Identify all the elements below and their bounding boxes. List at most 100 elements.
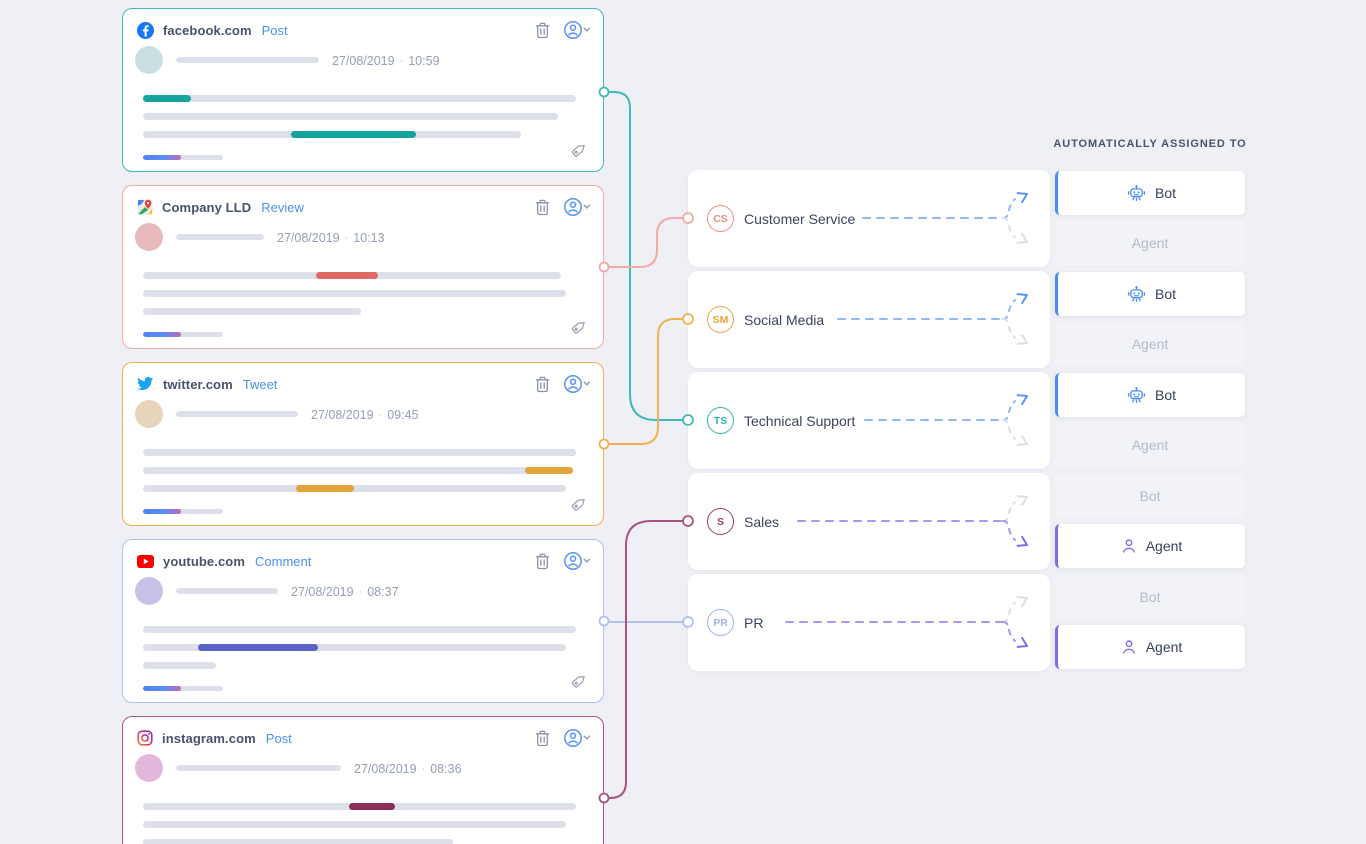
text-placeholder-line	[143, 95, 576, 102]
category-badge: CS	[707, 205, 734, 232]
category-card-PR: PR PR	[688, 574, 1050, 671]
option-label: Bot	[1139, 488, 1160, 504]
sentiment-mini-bar-fill	[143, 155, 181, 160]
assign-user-icon[interactable]	[563, 374, 591, 394]
date-separator: ·	[345, 232, 349, 244]
author-name-placeholder	[176, 765, 341, 771]
connector-path-facebook.com	[604, 92, 682, 420]
date-separator: ·	[400, 55, 404, 67]
sentiment-mini-bar-fill	[143, 686, 181, 691]
assign-user-icon[interactable]	[563, 197, 591, 217]
category-name: Customer Service	[744, 211, 855, 227]
avatar	[135, 577, 163, 605]
avatar	[135, 46, 163, 74]
connector-path-twitter.com	[604, 319, 682, 444]
post-card-tools	[535, 728, 591, 748]
post-type-link[interactable]: Post	[262, 23, 288, 38]
bot-icon	[1127, 184, 1146, 203]
tag-icon[interactable]	[570, 671, 589, 695]
category-badge: SM	[707, 306, 734, 333]
twitter-icon	[137, 377, 154, 391]
tag-icon[interactable]	[570, 494, 589, 518]
option-label: Agent	[1146, 639, 1183, 655]
category-card-Sales: SSales	[688, 473, 1050, 570]
author-name-placeholder	[176, 588, 278, 594]
category-name: Technical Support	[744, 413, 855, 429]
trash-icon[interactable]	[535, 376, 550, 393]
assign-option-bot-Sales[interactable]: Bot	[1055, 474, 1245, 518]
date-separator: ·	[422, 763, 426, 775]
date-text: 27/08/2019	[277, 231, 340, 245]
tag-icon[interactable]	[570, 317, 589, 341]
assign-option-bot-Customer Service[interactable]: Bot	[1055, 171, 1245, 215]
text-placeholder-line	[143, 290, 566, 297]
post-card-facebook.com: facebook.comPost27/08/2019·10:59	[122, 8, 604, 172]
post-card-tools	[535, 374, 591, 394]
instagram-icon	[137, 730, 153, 746]
post-card-header: youtube.comComment	[137, 549, 591, 573]
workflow-canvas: facebook.comPost 27/08/2019 · 10:59 Company …	[0, 0, 1366, 844]
sentiment-mini-bar	[143, 686, 223, 691]
post-type-link[interactable]: Tweet	[243, 377, 278, 392]
highlighted-text-segment	[316, 272, 378, 279]
option-label: Agent	[1146, 538, 1183, 554]
post-source-label: twitter.com	[163, 377, 233, 392]
post-card-youtube.com: youtube.comComment27/08/2019·08:37	[122, 539, 604, 703]
sentiment-mini-bar-fill	[143, 509, 181, 514]
post-type-link[interactable]: Review	[261, 200, 304, 215]
post-card-tools	[535, 197, 591, 217]
text-placeholder-line	[143, 662, 216, 669]
category-card-Social Media: SM Social Media	[688, 271, 1050, 368]
time-text: 08:37	[367, 585, 398, 599]
post-card-header: twitter.com Tweet	[137, 372, 591, 396]
tag-icon[interactable]	[570, 140, 589, 164]
assign-user-icon[interactable]	[563, 728, 591, 748]
author-name-placeholder	[176, 411, 298, 417]
agent-icon	[1121, 639, 1137, 655]
assign-option-agent-Social Media[interactable]: Agent	[1055, 322, 1245, 366]
assign-option-agent-Sales[interactable]: Agent	[1055, 524, 1245, 568]
post-card-Company LLD: Company LLDReview27/08/2019·10:13	[122, 185, 604, 349]
post-card-header: Company LLDReview	[137, 195, 591, 219]
trash-icon[interactable]	[535, 730, 550, 747]
time-text: 10:59	[408, 54, 439, 68]
category-badge: TS	[707, 407, 734, 434]
option-label: Bot	[1155, 286, 1176, 302]
date-text: 27/08/2019	[291, 585, 354, 599]
avatar	[135, 400, 163, 428]
post-card-header: facebook.comPost	[137, 18, 591, 42]
time-text: 08:36	[430, 762, 461, 776]
text-placeholder-line	[143, 821, 566, 828]
date-text: 27/08/2019	[354, 762, 417, 776]
text-placeholder-line	[143, 272, 561, 279]
highlighted-text-segment	[525, 467, 573, 474]
text-placeholder-line	[143, 839, 453, 844]
assign-user-icon[interactable]	[563, 551, 591, 571]
assign-user-icon[interactable]	[563, 20, 591, 40]
category-name: PR	[744, 615, 763, 631]
trash-icon[interactable]	[535, 22, 550, 39]
highlighted-text-segment	[349, 803, 395, 810]
assign-option-bot-PR[interactable]: Bot	[1055, 575, 1245, 619]
assign-option-agent-PR[interactable]: Agent	[1055, 625, 1245, 669]
text-placeholder-line	[143, 803, 576, 810]
author-name-placeholder	[176, 57, 319, 63]
category-badge: PR	[707, 609, 734, 636]
sentiment-mini-bar	[143, 155, 223, 160]
bot-icon	[1127, 386, 1146, 405]
sentiment-mini-bar-fill	[143, 332, 181, 337]
trash-icon[interactable]	[535, 199, 550, 216]
category-name: Social Media	[744, 312, 824, 328]
option-label: Bot	[1139, 589, 1160, 605]
post-type-link[interactable]: Post	[266, 731, 292, 746]
text-placeholder-line	[143, 485, 566, 492]
post-type-link[interactable]: Comment	[255, 554, 311, 569]
assign-option-bot-Technical Support[interactable]: Bot	[1055, 373, 1245, 417]
assign-option-agent-Customer Service[interactable]: Agent	[1055, 221, 1245, 265]
assign-option-agent-Technical Support[interactable]: Agent	[1055, 423, 1245, 467]
highlighted-text-segment	[291, 131, 416, 138]
trash-icon[interactable]	[535, 553, 550, 570]
assign-option-bot-Social Media[interactable]: Bot	[1055, 272, 1245, 316]
text-placeholder-line	[143, 113, 558, 120]
date-text: 27/08/2019	[311, 408, 374, 422]
